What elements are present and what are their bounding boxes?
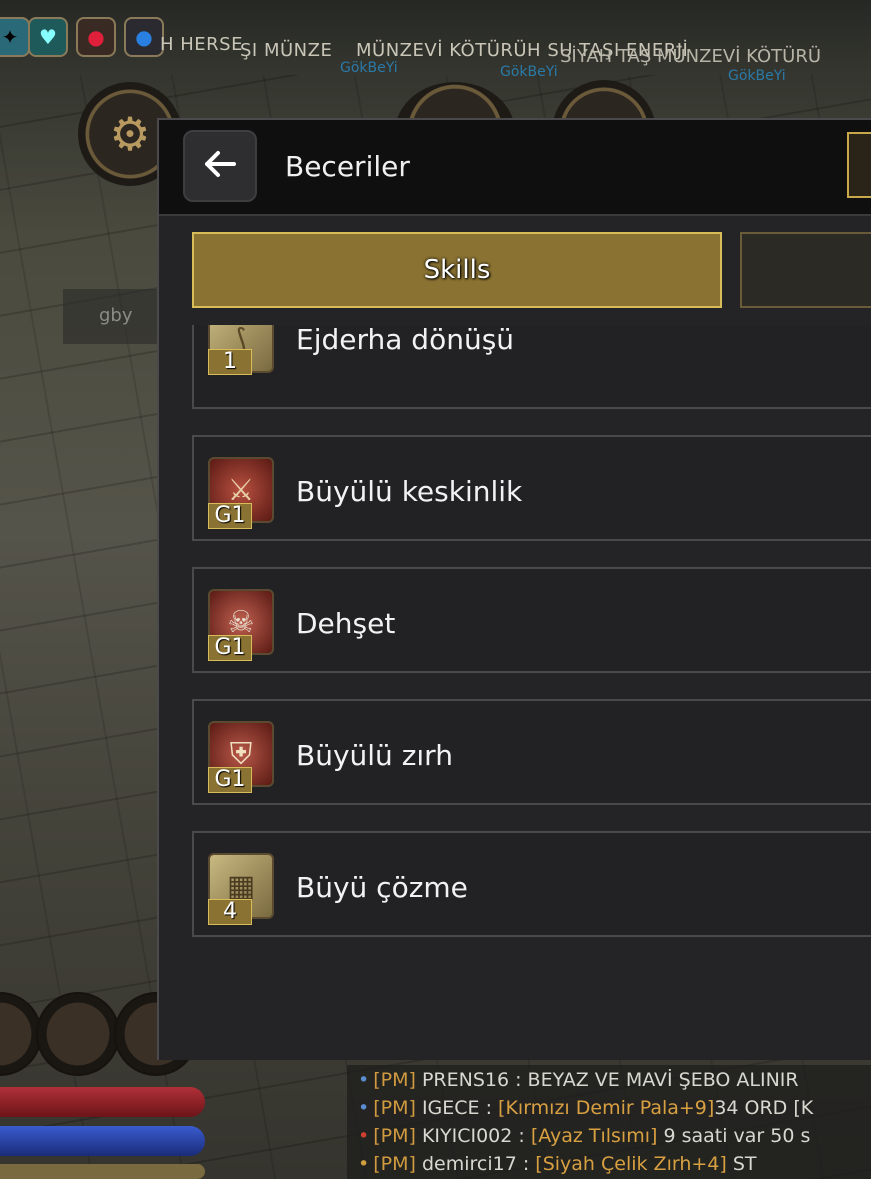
announcement-text: SİYAH TAŞ MÜNZEVİ KÖTÜRÜ [560, 46, 822, 67]
tab-label: Skills [423, 255, 491, 285]
quickslot-orb[interactable] [36, 992, 120, 1076]
skill-row[interactable]: ⟆ 1 Ejderha dönüşü [192, 325, 871, 409]
experience-bar [0, 1164, 205, 1179]
skill-row[interactable]: ⚔ G1 Büyülü keskinlik [192, 435, 871, 541]
page-title: Beceriler [285, 150, 410, 183]
tab-secondary[interactable] [740, 232, 871, 308]
arrow-left-icon [203, 146, 237, 187]
back-button[interactable] [183, 130, 257, 202]
skill-row[interactable]: ☠ G1 Dehşet [192, 567, 871, 673]
player-label: gby [63, 289, 163, 344]
skill-level-badge: G1 [208, 635, 252, 661]
skill-name: Büyülü zırh [296, 739, 453, 772]
skill-level-badge: G1 [208, 503, 252, 529]
chat-message: • [PM] PRENS16 : BEYAZ VE MAVİ ŞEBO ALINI… [358, 1069, 799, 1091]
announcement-text: H HERSE [160, 34, 243, 55]
skill-level-badge: 4 [208, 899, 252, 925]
health-bar [0, 1087, 205, 1117]
skill-level-badge: G1 [208, 767, 252, 793]
blue-potion-icon[interactable]: ● [124, 17, 164, 57]
announcement-text: ŞI MÜNZE [240, 40, 333, 61]
skill-name: Büyülü keskinlik [296, 475, 523, 508]
chat-message: • [PM] demirci17 : [Siyah Çelik Zırh+4] S… [358, 1153, 757, 1175]
player-nametag: GökBeYi [500, 64, 558, 80]
red-potion-icon[interactable]: ● [76, 17, 116, 57]
wing-icon[interactable]: ✦ [0, 17, 30, 57]
header-action-button[interactable] [847, 132, 871, 198]
heart-charm-icon[interactable]: ♥ [28, 17, 68, 57]
chat-message: • [PM] KIYICI002 : [Ayaz Tılsımı] 9 saati… [358, 1125, 811, 1147]
skill-list[interactable]: ⟆ 1 Ejderha dönüşü ⚔ G1 Büyülü keskinlik… [192, 325, 871, 965]
skill-name: Büyü çözme [296, 871, 468, 904]
chat-message: • [PM] IGECE : [Kırmızı Demir Pala+9]34 O… [358, 1097, 814, 1119]
skill-level-badge: 1 [208, 349, 252, 375]
skill-row[interactable]: ▦ 4 Büyü çözme [192, 831, 871, 937]
skill-name: Dehşet [296, 607, 396, 640]
mana-bar [0, 1126, 205, 1156]
player-nametag: GökBeYi [340, 60, 398, 76]
panel-header: Beceriler [159, 120, 871, 216]
player-nametag: GökBeYi [728, 68, 786, 84]
skills-panel: Beceriler Skills ⟆ 1 Ejderha dönüşü ⚔ G1… [157, 118, 871, 1060]
tab-skills[interactable]: Skills [192, 232, 722, 308]
skill-name: Ejderha dönüşü [296, 325, 515, 356]
skill-row[interactable]: ⛨ G1 Büyülü zırh [192, 699, 871, 805]
